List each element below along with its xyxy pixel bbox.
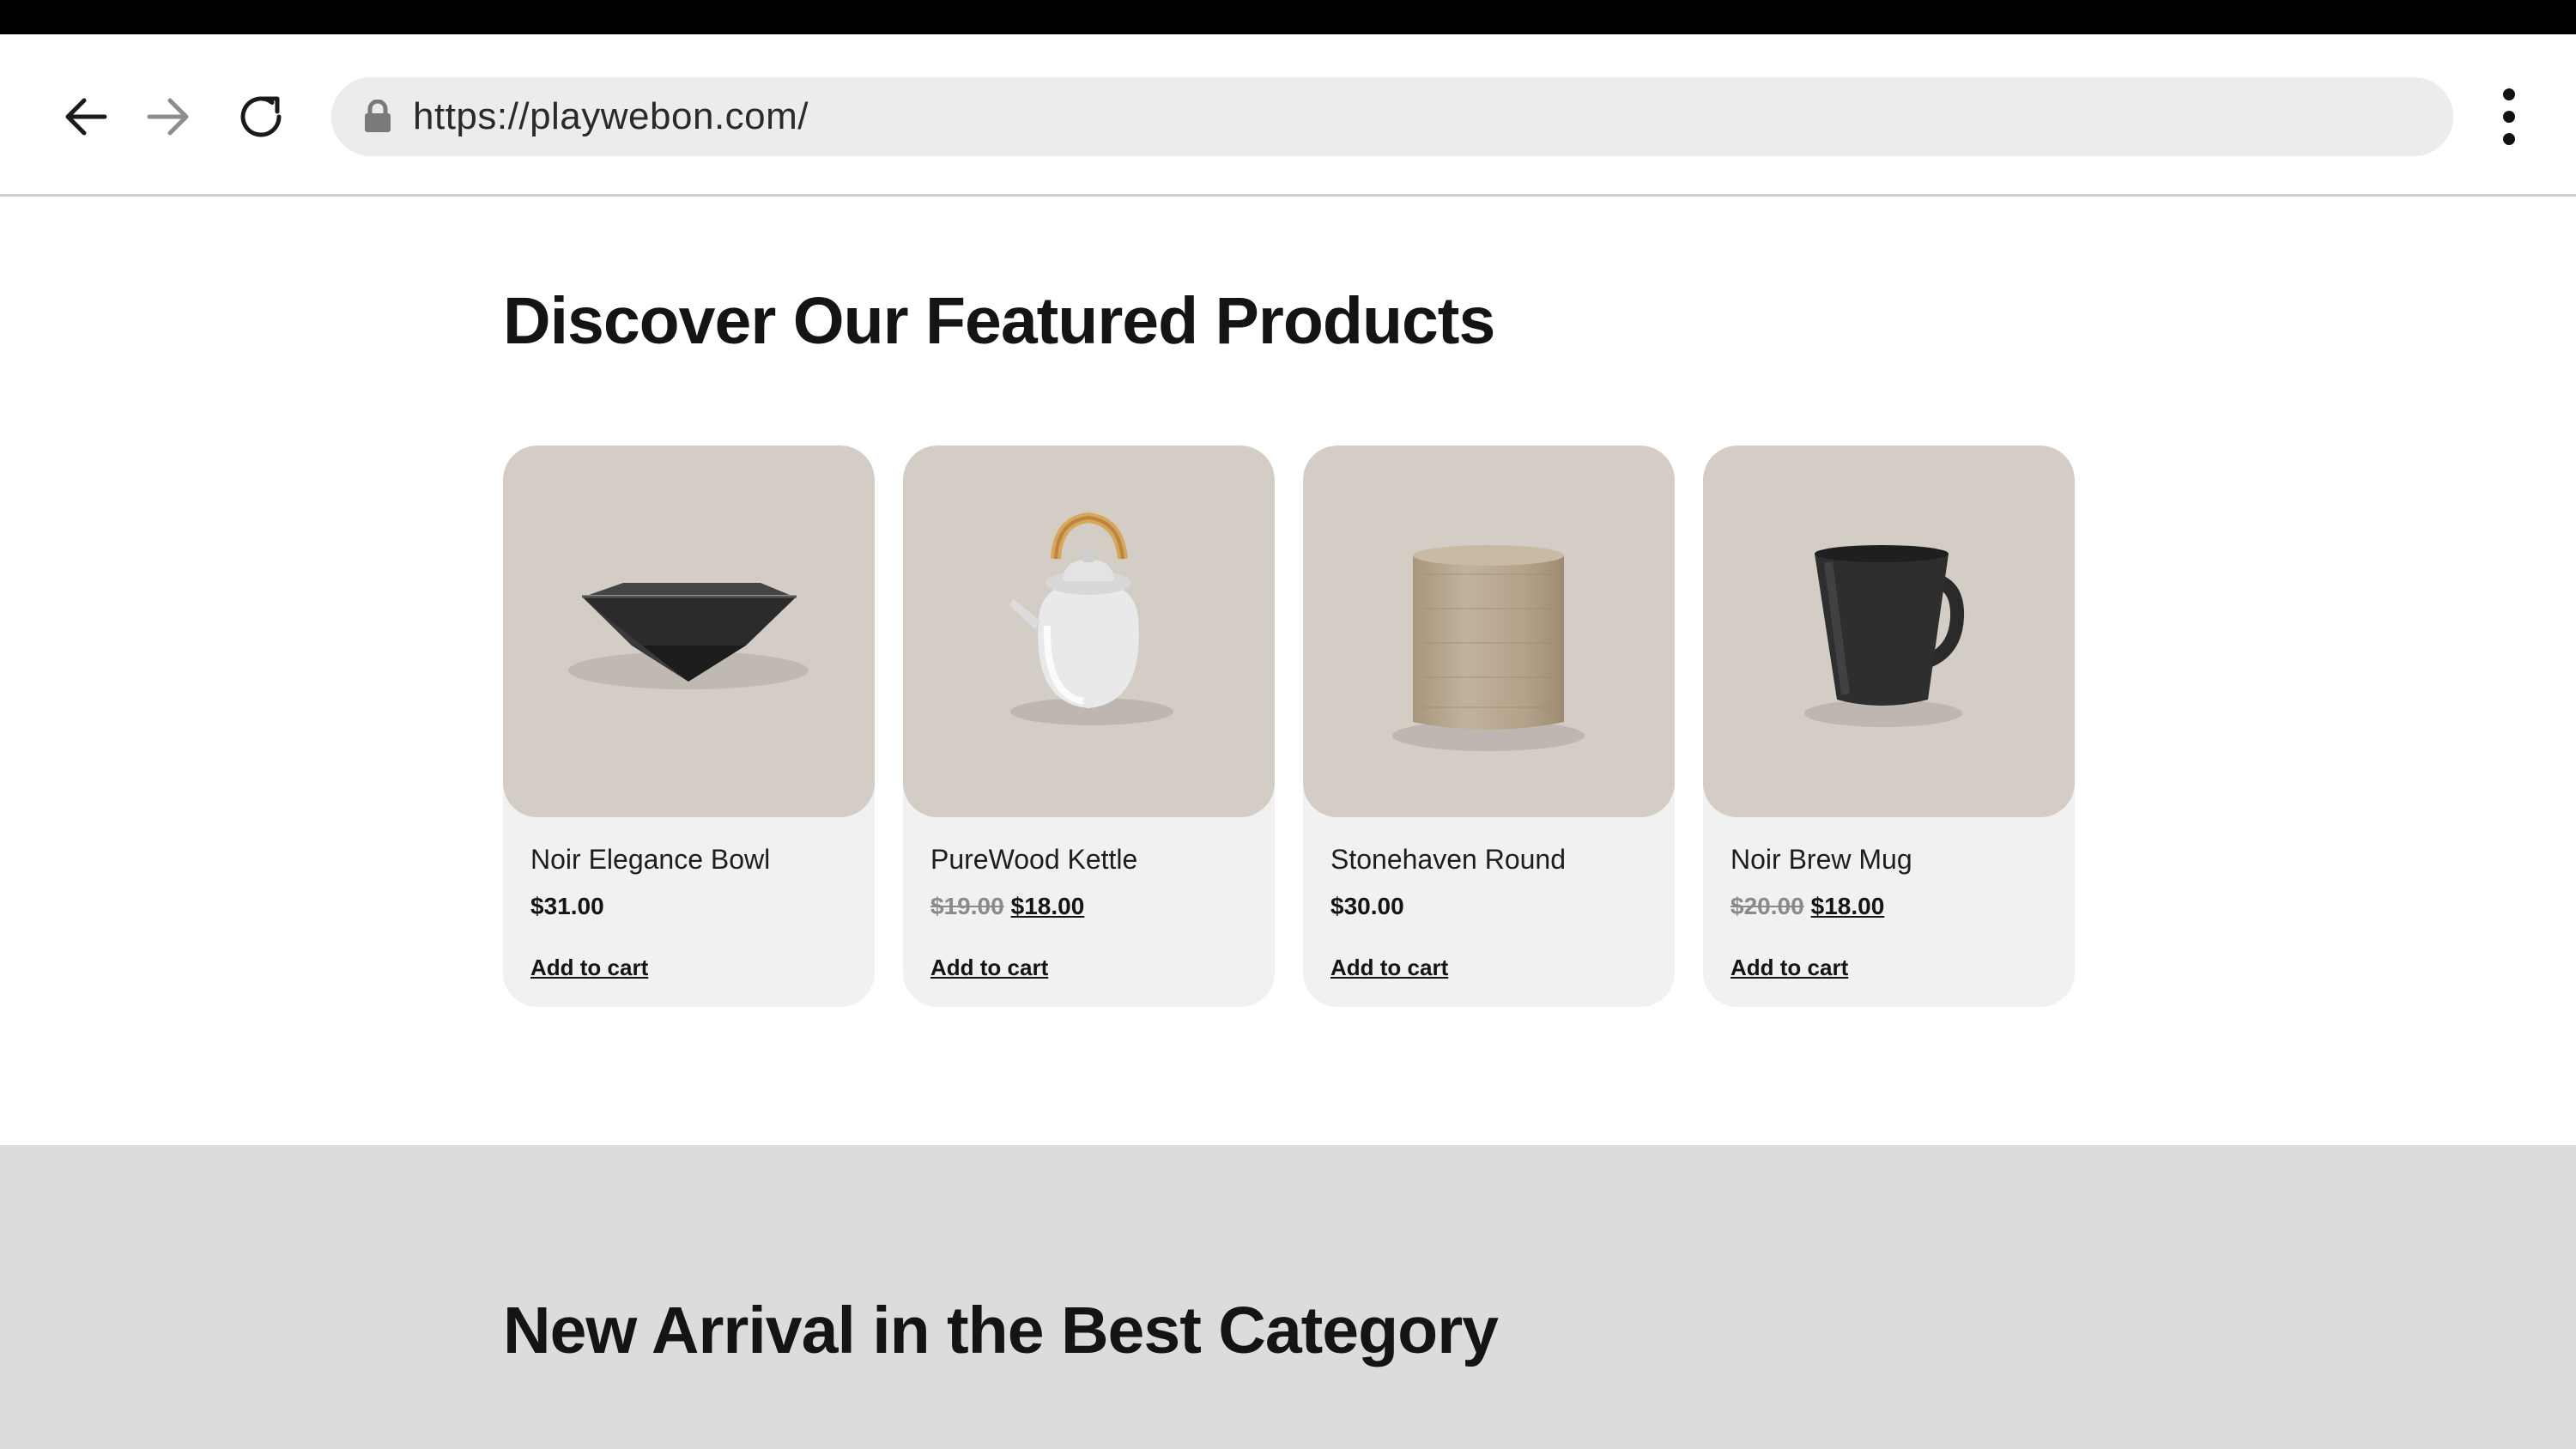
product-name[interactable]: Stonehaven Round [1330, 844, 1566, 876]
product-name[interactable]: PureWood Kettle [930, 844, 1137, 876]
arrow-right-icon [147, 98, 189, 136]
product-card: Noir Elegance Bowl $31.00 Add to cart [503, 446, 875, 1007]
arrow-left-icon [65, 98, 107, 136]
product-price: $31.00 [530, 893, 604, 920]
lock-icon [365, 100, 391, 132]
product-price: $19.00 $18.00 [930, 893, 1084, 920]
add-to-cart-button[interactable]: Add to cart [1730, 955, 1848, 981]
product-card: Stonehaven Round $30.00 Add to cart [1303, 446, 1675, 1007]
stool-image [1392, 545, 1585, 751]
featured-products-heading: Discover Our Featured Products [503, 284, 1495, 358]
url-text[interactable]: https://playwebon.com/ [413, 77, 809, 156]
vertical-dots-icon [2503, 88, 2515, 145]
new-arrival-section: New Arrival in the Best Category [0, 1145, 2576, 1449]
bowl-image [568, 583, 809, 689]
browser-menu-button[interactable] [2485, 82, 2533, 151]
mug-image [1804, 545, 1965, 727]
product-name[interactable]: Noir Brew Mug [1730, 844, 1912, 876]
product-card: Noir Brew Mug $20.00 $18.00 Add to cart [1703, 446, 2075, 1007]
product-card: PureWood Kettle $19.00 $18.00 Add to cart [903, 446, 1275, 1007]
reload-icon [240, 96, 282, 137]
add-to-cart-button[interactable]: Add to cart [1330, 955, 1448, 981]
product-image[interactable] [1303, 446, 1675, 817]
price: $30.00 [1330, 893, 1404, 919]
original-price: $20.00 [1730, 893, 1804, 919]
sale-price: $18.00 [1010, 893, 1085, 919]
add-to-cart-button[interactable]: Add to cart [530, 955, 648, 981]
product-name[interactable]: Noir Elegance Bowl [530, 844, 770, 876]
product-price: $30.00 [1330, 893, 1404, 920]
new-arrival-heading: New Arrival in the Best Category [503, 1294, 1499, 1367]
product-price: $20.00 $18.00 [1730, 893, 1884, 920]
add-to-cart-button[interactable]: Add to cart [930, 955, 1048, 981]
address-bar[interactable]: https://playwebon.com/ [331, 77, 2453, 156]
price: $31.00 [530, 893, 604, 919]
sale-price: $18.00 [1810, 893, 1885, 919]
reload-button[interactable] [230, 80, 292, 154]
original-price: $19.00 [930, 893, 1004, 919]
product-image[interactable] [1703, 446, 2075, 817]
product-image[interactable] [503, 446, 875, 817]
product-image[interactable] [903, 446, 1275, 817]
back-button[interactable] [55, 80, 117, 154]
system-status-bar [0, 0, 2576, 34]
browser-toolbar: https://playwebon.com/ [0, 34, 2576, 197]
kettle-image [1009, 512, 1173, 725]
forward-button[interactable] [137, 80, 199, 154]
